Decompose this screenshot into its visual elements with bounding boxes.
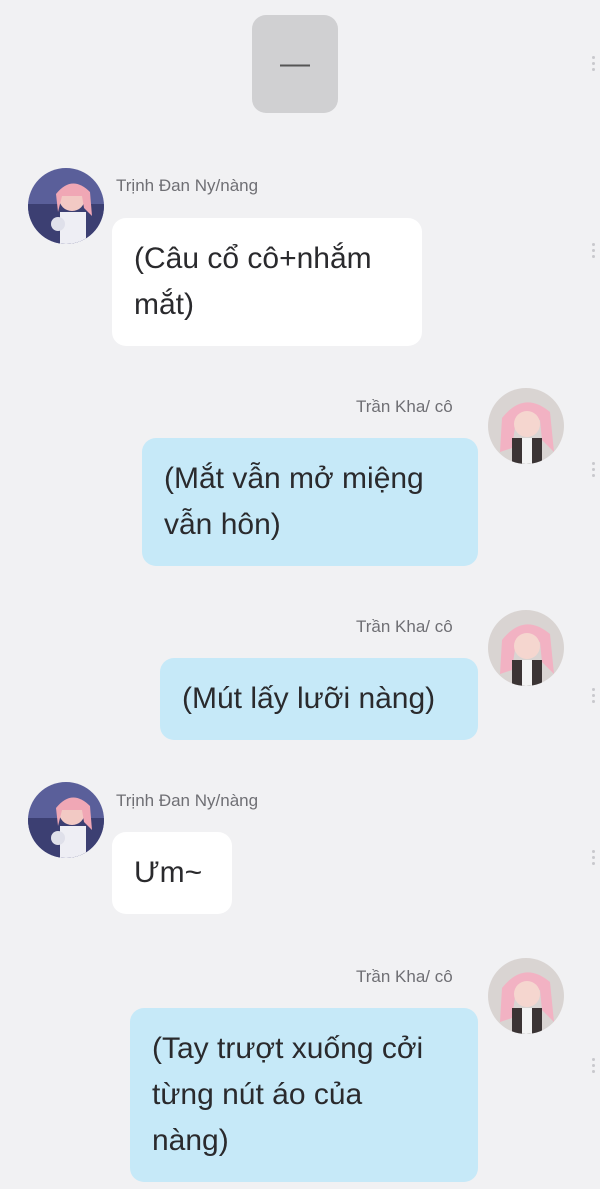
- sender-name: Trịnh Đan Ny/nàng: [116, 791, 259, 810]
- sender-avatar[interactable]: [28, 168, 104, 244]
- message-bubble[interactable]: (Tay trượt xuống cởi từng nút áo của nàn…: [130, 1008, 478, 1182]
- message-line: mắt): [134, 288, 194, 321]
- message-line: nàng): [152, 1124, 229, 1157]
- message-bubble[interactable]: (Câu cổ cô+nhắm mắt): [112, 218, 422, 346]
- message-line: từng nút áo của: [152, 1078, 363, 1111]
- message-line: (Mắt vẫn mở miệng: [164, 462, 424, 495]
- message-line: (Mút lấy lưỡi nàng): [182, 682, 436, 715]
- sticker-message[interactable]: —: [252, 15, 338, 113]
- message-menu-icon[interactable]: [592, 1058, 598, 1073]
- message-menu-icon[interactable]: [592, 462, 598, 477]
- sender-avatar[interactable]: [488, 610, 564, 686]
- message-line: Ưm~: [134, 856, 203, 889]
- sender-name: Trần Kha/ cô: [356, 967, 453, 986]
- message-line: (Câu cổ cô+nhắm: [134, 242, 372, 275]
- sender-avatar[interactable]: [488, 958, 564, 1034]
- message-bubble[interactable]: (Mút lấy lưỡi nàng): [160, 658, 478, 740]
- sender-avatar[interactable]: [28, 782, 104, 858]
- message-bubble[interactable]: Ưm~: [112, 832, 232, 914]
- sticker-glyph: —: [280, 47, 310, 80]
- sender-avatar[interactable]: [488, 388, 564, 464]
- message-menu-icon[interactable]: [592, 56, 598, 71]
- message-menu-icon[interactable]: [592, 243, 598, 258]
- message-bubble[interactable]: (Mắt vẫn mở miệng vẫn hôn): [142, 438, 478, 566]
- sender-name: Trịnh Đan Ny/nàng: [116, 176, 259, 195]
- chat-thread: — Trịnh Đan Ny/nàng (Câu cổ cô+nhắm mắt)…: [0, 0, 600, 1189]
- sender-name: Trần Kha/ cô: [356, 397, 453, 416]
- message-menu-icon[interactable]: [592, 850, 598, 865]
- message-line: (Tay trượt xuống cởi: [152, 1032, 424, 1065]
- message-menu-icon[interactable]: [592, 688, 598, 703]
- sender-name: Trần Kha/ cô: [356, 617, 453, 636]
- message-line: vẫn hôn): [164, 508, 281, 541]
